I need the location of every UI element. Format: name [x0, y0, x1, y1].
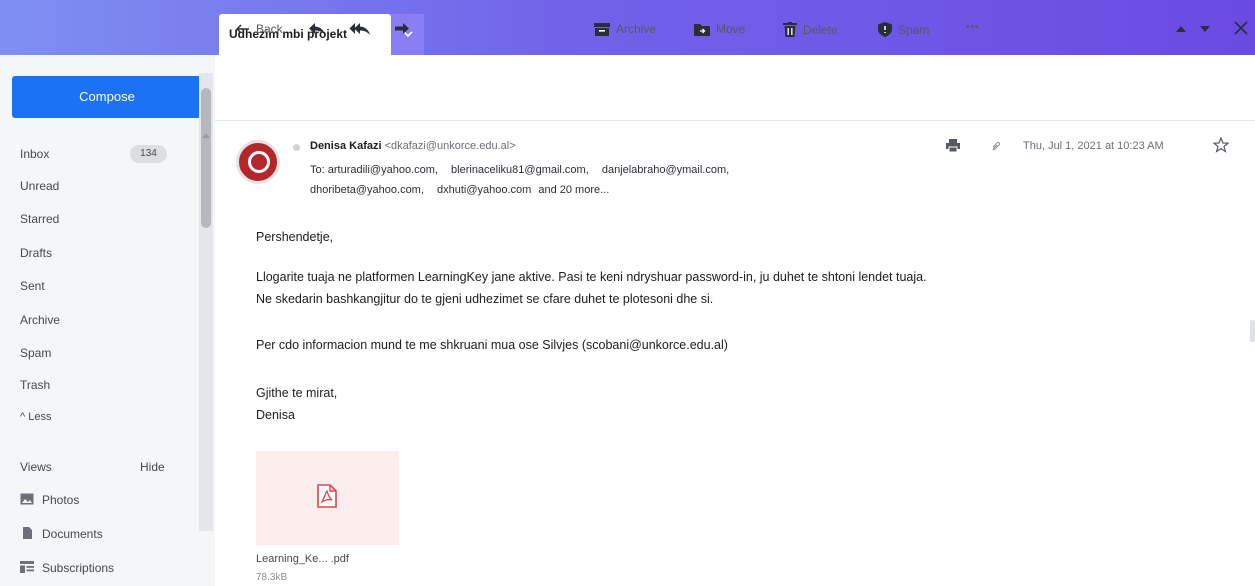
message-date: Thu, Jul 1, 2021 at 10:23 AM — [1023, 140, 1164, 152]
previous-message-button[interactable] — [1176, 25, 1186, 33]
sidebar-item-photos[interactable]: Photos — [20, 493, 79, 507]
sidebar-item-archive[interactable]: Archive — [20, 313, 60, 327]
sidebar-item-spam[interactable]: Spam — [20, 346, 51, 360]
recipient[interactable]: dhoribeta@yahoo.com, — [310, 184, 424, 196]
sender-email: <dkafazi@unkorce.edu.al> — [384, 140, 516, 152]
folder-move-icon — [694, 23, 710, 36]
sidebar-item-label: Trash — [20, 378, 51, 392]
reply-button[interactable] — [308, 22, 326, 36]
recipients-line: To: arturadili@yahoo.com, blerinaceliku8… — [310, 160, 910, 200]
move-label: Move — [716, 22, 746, 36]
body-greeting: Pershendetje, — [256, 230, 334, 244]
sender-name: Denisa Kafazi — [310, 140, 382, 152]
spam-label: Spam — [898, 22, 930, 37]
attachment-name[interactable]: Learning_Ke... .pdf — [256, 553, 349, 565]
back-label: Back — [256, 22, 283, 36]
avatar-ring — [248, 151, 270, 173]
reply-all-icon — [349, 23, 370, 35]
body-signature: Denisa — [256, 408, 295, 422]
sidebar-item-sent[interactable]: Sent — [20, 279, 45, 293]
sidebar-item-label: Subscriptions — [42, 561, 115, 575]
attachment-clip-icon — [992, 141, 1001, 151]
subscriptions-icon — [20, 561, 34, 573]
sidebar-item-label: Archive — [20, 313, 61, 327]
recipient[interactable]: blerinaceliku81@gmail.com, — [451, 164, 589, 176]
move-button[interactable]: Move — [694, 22, 745, 36]
sidebar-item-unread[interactable]: Unread — [20, 179, 59, 193]
attachment-card[interactable] — [256, 451, 399, 545]
recipient[interactable]: dxhuti@yahoo.com — [437, 184, 531, 196]
views-title: Views — [20, 460, 52, 474]
next-message-button[interactable] — [1200, 25, 1210, 33]
sidebar-less-toggle[interactable]: ^ Less — [20, 411, 51, 423]
arrow-left-icon — [236, 24, 249, 34]
sidebar-item-drafts[interactable]: Drafts — [20, 246, 52, 260]
sidebar-scroll-thumb[interactable] — [201, 88, 211, 228]
sidebar-item-label: Photos — [42, 493, 80, 507]
recipient[interactable]: danjelabraho@ymail.com, — [602, 164, 729, 176]
to-label: To: — [310, 164, 325, 176]
more-actions-button[interactable]: ••• — [966, 22, 980, 33]
sender-avatar[interactable] — [236, 140, 280, 184]
presence-dot — [293, 144, 300, 151]
body-line-2: Ne skedarin bashkangjitur do te gjeni ud… — [256, 292, 714, 306]
document-icon — [23, 527, 32, 539]
sidebar-item-label: Drafts — [20, 246, 53, 260]
forward-icon — [395, 23, 409, 34]
sidebar-item-documents[interactable]: Documents — [20, 527, 103, 541]
attachment-size: 78.3kB — [256, 572, 288, 583]
trash-icon — [783, 22, 797, 37]
photo-icon — [20, 493, 34, 505]
sidebar-item-label: Starred — [20, 212, 60, 226]
views-heading: Views — [20, 460, 52, 474]
archive-icon — [594, 22, 610, 36]
reply-all-button[interactable] — [349, 22, 371, 36]
shield-icon — [878, 22, 892, 37]
sidebar-item-label: Spam — [20, 346, 52, 360]
sidebar-item-label: Inbox — [20, 147, 50, 161]
sidebar-item-inbox[interactable]: Inbox — [20, 147, 49, 161]
archive-label: Archive — [616, 22, 657, 36]
views-hide-link[interactable]: Hide — [140, 460, 165, 474]
sidebar-item-label: Documents — [42, 527, 103, 541]
recipient[interactable]: arturadili@yahoo.com, — [328, 164, 438, 176]
archive-button[interactable]: Archive — [594, 22, 656, 36]
right-edge-handle[interactable] — [1250, 320, 1255, 342]
more-recipients-link[interactable]: and 20 more... — [538, 184, 609, 196]
pdf-file-icon — [317, 484, 337, 508]
sidebar-item-label: ^ Less — [20, 411, 52, 423]
delete-button[interactable]: Delete — [783, 22, 838, 37]
back-button[interactable]: Back — [236, 22, 283, 36]
compose-button[interactable]: Compose — [12, 76, 202, 118]
delete-label: Delete — [803, 22, 838, 37]
sidebar-item-label: Unread — [20, 179, 60, 193]
sender-line[interactable]: Denisa Kafazi <dkafazi@unkorce.edu.al> — [310, 140, 516, 152]
sidebar-item-subscriptions[interactable]: Subscriptions — [20, 561, 114, 575]
inbox-count-badge: 134 — [130, 145, 167, 163]
more-label: ••• — [966, 22, 980, 33]
close-icon — [1234, 21, 1248, 35]
sidebar-item-starred[interactable]: Starred — [20, 212, 59, 226]
sidebar-item-trash[interactable]: Trash — [20, 378, 50, 392]
sidebar-item-label: Sent — [20, 279, 45, 293]
caret-up-icon — [1176, 26, 1186, 32]
star-icon[interactable] — [1213, 137, 1229, 153]
message-toolbar — [215, 55, 1255, 121]
print-icon[interactable] — [946, 139, 960, 152]
close-message-button[interactable] — [1234, 21, 1248, 35]
spam-button[interactable]: Spam — [878, 22, 929, 37]
body-line-3: Per cdo informacion mund te me shkruani … — [256, 338, 728, 352]
caret-down-icon — [1200, 26, 1210, 32]
body-line-1: Llogarite tuaja ne platformen LearningKe… — [256, 270, 927, 284]
forward-button[interactable] — [394, 22, 410, 36]
body-closing: Gjithe te mirat, — [256, 386, 338, 400]
reply-icon — [309, 23, 325, 35]
scroll-up-icon[interactable] — [202, 132, 210, 138]
